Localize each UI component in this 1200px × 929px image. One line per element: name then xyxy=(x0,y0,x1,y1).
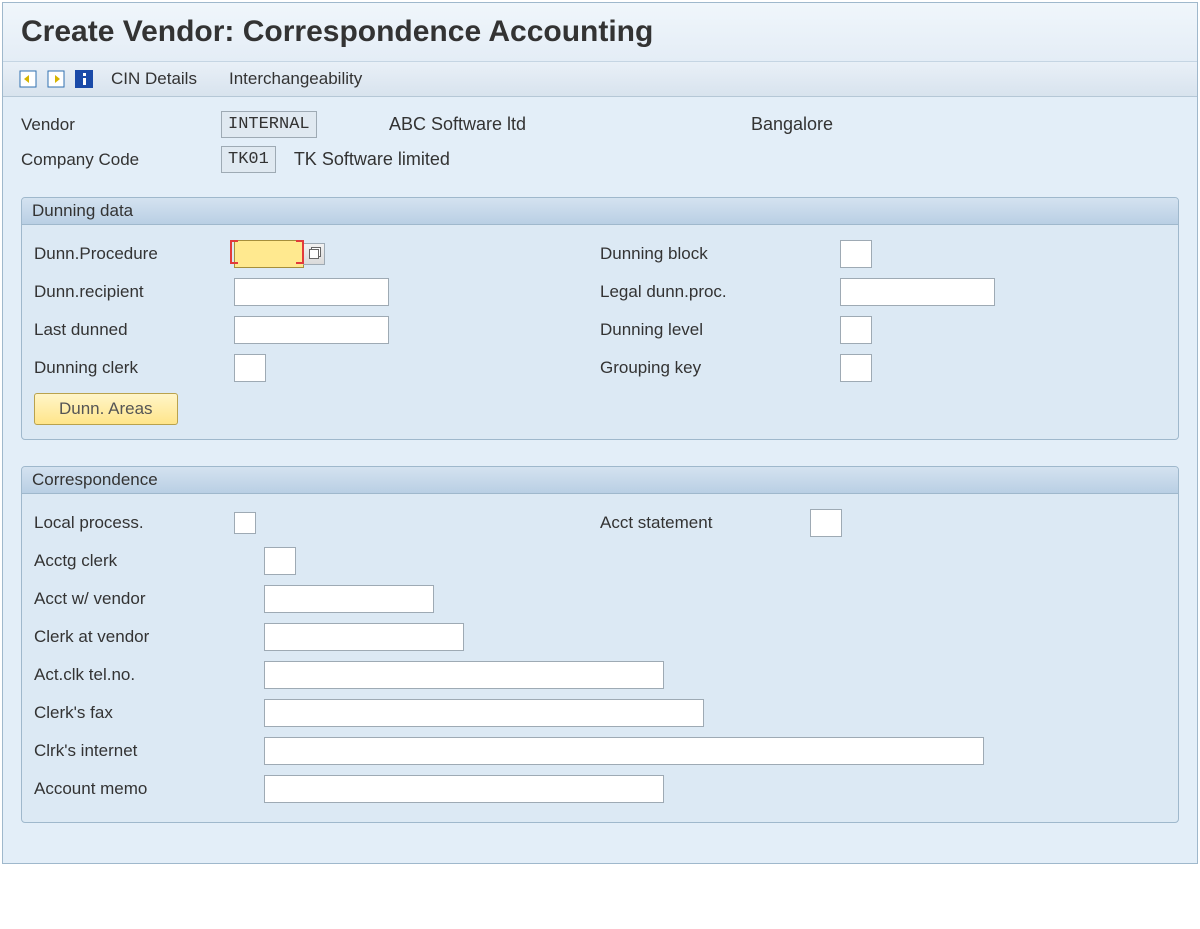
clerk-fax-input[interactable] xyxy=(264,699,704,727)
clerk-vendor-input[interactable] xyxy=(264,623,464,651)
last-dunned-input[interactable] xyxy=(234,316,389,344)
vendor-name: ABC Software ltd xyxy=(371,114,751,135)
vendor-city: Bangalore xyxy=(751,114,1179,135)
grouping-key-input[interactable] xyxy=(840,354,872,382)
local-process-label: Local process. xyxy=(34,513,234,533)
info-icon[interactable] xyxy=(73,68,95,90)
company-code-value: TK01 xyxy=(221,146,276,173)
acct-statement-input[interactable] xyxy=(810,509,842,537)
correspondence-group-title: Correspondence xyxy=(22,467,1178,494)
dunn-procedure-input[interactable] xyxy=(234,240,304,268)
cin-details-button[interactable]: CIN Details xyxy=(111,69,197,89)
sap-window: Create Vendor: Correspondence Accounting… xyxy=(2,2,1198,864)
prev-screen-icon[interactable] xyxy=(17,68,39,90)
clerk-vendor-label: Clerk at vendor xyxy=(34,627,264,647)
local-process-checkbox[interactable] xyxy=(234,512,256,534)
dunn-areas-button[interactable]: Dunn. Areas xyxy=(34,393,178,425)
account-memo-label: Account memo xyxy=(34,779,264,799)
dunning-clerk-label: Dunning clerk xyxy=(34,358,234,378)
header-block: Vendor INTERNAL ABC Software ltd Bangalo… xyxy=(21,111,1179,173)
correspondence-group: Correspondence Local process. Acct state… xyxy=(21,466,1179,823)
legal-dunn-label: Legal dunn.proc. xyxy=(600,282,840,302)
acct-vendor-input[interactable] xyxy=(264,585,434,613)
clerk-tel-input[interactable] xyxy=(264,661,664,689)
legal-dunn-input[interactable] xyxy=(840,278,995,306)
next-screen-icon[interactable] xyxy=(45,68,67,90)
clerk-internet-label: Clrk's internet xyxy=(34,741,264,761)
company-name: TK Software limited xyxy=(276,149,450,170)
dunning-level-label: Dunning level xyxy=(600,320,840,340)
dunn-recipient-input[interactable] xyxy=(234,278,389,306)
acct-statement-label: Acct statement xyxy=(600,513,810,533)
acctg-clerk-label: Acctg clerk xyxy=(34,551,264,571)
content-area: Vendor INTERNAL ABC Software ltd Bangalo… xyxy=(3,97,1197,863)
dunning-level-input[interactable] xyxy=(840,316,872,344)
vendor-value: INTERNAL xyxy=(221,111,317,138)
grouping-key-label: Grouping key xyxy=(600,358,840,378)
company-code-label: Company Code xyxy=(21,150,221,170)
interchangeability-button[interactable]: Interchangeability xyxy=(229,69,362,89)
clerk-internet-input[interactable] xyxy=(264,737,984,765)
title-bar: Create Vendor: Correspondence Accounting xyxy=(3,3,1197,62)
dunning-group-title: Dunning data xyxy=(22,198,1178,225)
f4-help-button[interactable] xyxy=(303,243,325,265)
acctg-clerk-input[interactable] xyxy=(264,547,296,575)
vendor-label: Vendor xyxy=(21,115,221,135)
app-toolbar: CIN Details Interchangeability xyxy=(3,62,1197,97)
dunn-recipient-label: Dunn.recipient xyxy=(34,282,234,302)
last-dunned-label: Last dunned xyxy=(34,320,234,340)
dunning-block-label: Dunning block xyxy=(600,244,840,264)
dunn-procedure-label: Dunn.Procedure xyxy=(34,244,234,264)
clerk-fax-label: Clerk's fax xyxy=(34,703,264,723)
dunning-group: Dunning data Dunn.Procedure Dunning bloc… xyxy=(21,197,1179,440)
acct-vendor-label: Acct w/ vendor xyxy=(34,589,264,609)
account-memo-input[interactable] xyxy=(264,775,664,803)
dunning-clerk-input[interactable] xyxy=(234,354,266,382)
page-title: Create Vendor: Correspondence Accounting xyxy=(21,15,1179,49)
clerk-tel-label: Act.clk tel.no. xyxy=(34,665,264,685)
dunning-block-input[interactable] xyxy=(840,240,872,268)
